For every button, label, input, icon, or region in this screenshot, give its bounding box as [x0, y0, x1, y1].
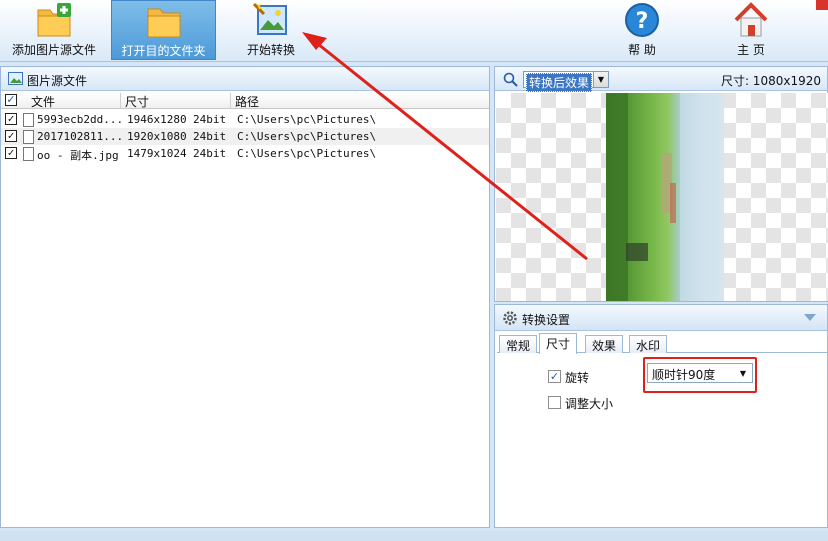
start-convert-button[interactable]: 开始转换: [230, 0, 312, 60]
gear-icon: [503, 311, 517, 325]
picture-icon: [8, 72, 23, 85]
tab-general[interactable]: 常规: [499, 335, 538, 353]
file-checkbox[interactable]: ✓: [5, 147, 17, 159]
rotate-checkbox[interactable]: ✓: [548, 370, 561, 383]
rotate-select-value: 顺时针90度: [652, 368, 716, 382]
add-source-button[interactable]: 添加图片源文件: [4, 0, 104, 60]
file-list-header: ✓ 文件 尺寸 路径: [1, 92, 489, 109]
file-path: C:\Users\pc\Pictures\: [237, 113, 377, 126]
file-checkbox[interactable]: ✓: [5, 113, 17, 125]
convert-settings-panel: 转换设置 常规 尺寸 效果 水印 ✓ 旋转 顺时针90度 ▼ 调整大小: [494, 304, 828, 528]
help-label: 帮 助: [628, 43, 656, 57]
add-source-label: 添加图片源文件: [11, 43, 96, 57]
resize-checkbox[interactable]: [548, 396, 561, 409]
preview-mode-value: 转换后效果: [526, 73, 593, 92]
preview-canvas: [496, 93, 828, 301]
main-toolbar: 添加图片源文件 打开目的文件夹 开始转换 ? 帮 助 主 页: [0, 0, 828, 62]
settings-tabs: 常规 尺寸 效果 水印: [497, 333, 827, 354]
collapse-icon[interactable]: [803, 313, 817, 323]
select-all-checkbox[interactable]: ✓: [5, 94, 17, 106]
file-checkbox[interactable]: ✓: [5, 130, 17, 142]
search-icon[interactable]: [503, 72, 518, 87]
close-corner[interactable]: [816, 0, 828, 10]
file-name: oo - 副本.jpg: [37, 149, 119, 162]
file-depth: 24bit: [193, 147, 227, 160]
file-name: 5993ecb2dd...: [37, 113, 124, 126]
file-icon: [23, 130, 34, 144]
home-icon: [734, 2, 768, 37]
open-folder-label: 打开目的文件夹: [121, 44, 206, 58]
home-button[interactable]: 主 页: [720, 0, 782, 60]
source-files-panel: 图片源文件 ✓ 文件 尺寸 路径 ✓ 5993ecb2dd... 1946x12…: [0, 66, 490, 528]
file-path: C:\Users\pc\Pictures\: [237, 147, 377, 160]
start-convert-label: 开始转换: [246, 43, 295, 57]
help-icon: ?: [625, 3, 659, 37]
file-name: 2017102811...: [37, 130, 124, 143]
file-size: 1920x1080: [127, 130, 187, 143]
rotate-label: 旋转: [565, 371, 590, 385]
open-folder-button[interactable]: 打开目的文件夹: [111, 0, 216, 60]
file-row[interactable]: ✓ 5993ecb2dd... 1946x1280 24bit C:\Users…: [1, 111, 489, 128]
source-files-title: 图片源文件: [27, 74, 88, 88]
file-size: 1479x1024: [127, 147, 187, 160]
file-path: C:\Users\pc\Pictures\: [237, 130, 377, 143]
file-size: 1946x1280: [127, 113, 187, 126]
tab-size[interactable]: 尺寸: [539, 333, 578, 354]
file-depth: 24bit: [193, 130, 227, 143]
preview-panel: 转换后效果 ▼ 尺寸: 1080x1920: [494, 66, 828, 302]
file-icon: [23, 147, 34, 161]
home-label: 主 页: [737, 43, 765, 57]
svg-text:?: ?: [636, 9, 649, 34]
preview-image: [606, 93, 724, 301]
chevron-down-icon: ▼: [593, 72, 608, 87]
settings-title: 转换设置: [522, 313, 571, 327]
column-path[interactable]: 路径: [231, 93, 489, 109]
file-icon: [23, 113, 34, 127]
folder-open-icon: [147, 8, 180, 38]
source-files-header: 图片源文件: [1, 67, 489, 91]
file-row[interactable]: ✓ 2017102811... 1920x1080 24bit C:\Users…: [1, 128, 489, 145]
preview-size-label: 尺寸: 1080x1920: [720, 74, 821, 88]
file-depth: 24bit: [193, 113, 227, 126]
magic-wand-icon: [252, 2, 287, 35]
folder-add-icon: [37, 3, 71, 37]
rotate-select[interactable]: 顺时针90度 ▼: [647, 363, 753, 383]
tab-watermark[interactable]: 水印: [629, 335, 668, 353]
status-bar: [0, 531, 828, 541]
preview-mode-select[interactable]: 转换后效果 ▼: [523, 71, 609, 92]
chevron-down-icon: ▼: [739, 369, 746, 378]
resize-label: 调整大小: [565, 397, 614, 411]
help-button[interactable]: ? 帮 助: [612, 0, 672, 60]
column-size[interactable]: 尺寸: [121, 93, 231, 109]
tab-effects[interactable]: 效果: [585, 335, 624, 353]
settings-header: 转换设置: [495, 305, 827, 331]
file-row[interactable]: ✓ oo - 副本.jpg 1479x1024 24bit C:\Users\p…: [1, 145, 489, 162]
preview-toolbar: 转换后效果 ▼ 尺寸: 1080x1920: [495, 67, 827, 92]
column-file[interactable]: 文件: [21, 93, 121, 109]
